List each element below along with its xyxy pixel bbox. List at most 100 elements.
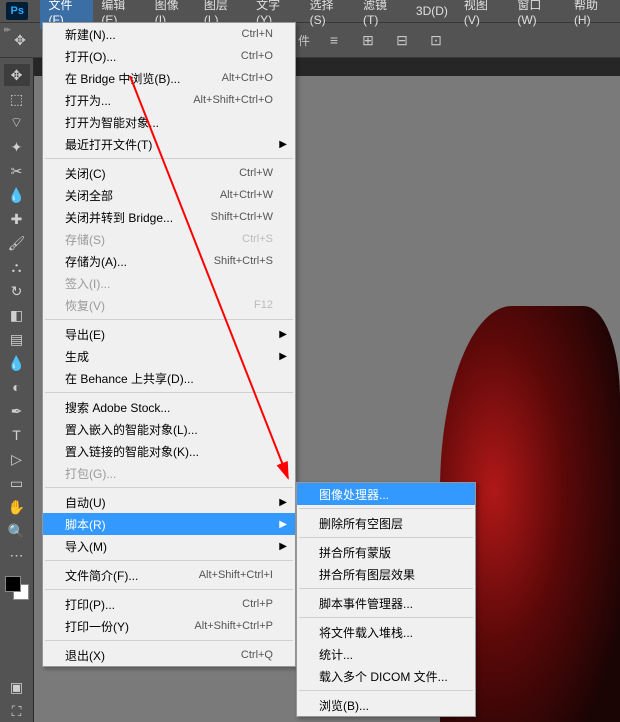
menubar: Ps 文件(F) 编辑(E) 图像(I) 图层(L) 文字(Y) 选择(S) 滤… — [0, 0, 620, 22]
menu-item-row[interactable]: 拼合所有蒙版 — [297, 541, 475, 563]
menu-item-row[interactable]: 最近打开文件(T)▶ — [43, 133, 295, 155]
pen-tool[interactable]: ✒ — [4, 400, 30, 422]
menu-item-label: 统计... — [319, 646, 353, 663]
menu-separator — [299, 508, 473, 509]
menu-item-label: 恢复(V) — [65, 297, 105, 314]
menu-item-row: 打包(G)... — [43, 462, 295, 484]
options-label: 件 — [298, 32, 310, 49]
type-tool[interactable]: T — [4, 424, 30, 446]
menu-item-row[interactable]: 拼合所有图层效果 — [297, 563, 475, 585]
menu-item-row[interactable]: 脚本事件管理器... — [297, 592, 475, 614]
heal-tool[interactable]: ✚ — [4, 208, 30, 230]
menu-item-label: 关闭全部 — [65, 187, 113, 204]
menu-item-row: 恢复(V)F12 — [43, 294, 295, 316]
submenu-arrow-icon: ▶ — [279, 541, 287, 552]
menu-item-row[interactable]: 图像处理器... — [297, 483, 475, 505]
menu-item-row[interactable]: 打开为智能对象... — [43, 111, 295, 133]
wand-tool[interactable]: ✦ — [4, 136, 30, 158]
menu-separator — [299, 617, 473, 618]
menu-item-label: 删除所有空图层 — [319, 515, 403, 532]
menu-item-row[interactable]: 删除所有空图层 — [297, 512, 475, 534]
menu-item-shortcut: Ctrl+P — [242, 598, 273, 610]
menu-item-label: 置入链接的智能对象(K)... — [65, 443, 199, 460]
menu-item-row[interactable]: 导入(M) ▶ — [43, 535, 295, 557]
menu-item-row[interactable]: 置入嵌入的智能对象(L)... — [43, 418, 295, 440]
menu-item-label: 图像处理器... — [319, 486, 389, 503]
menu-item-row[interactable]: 打印(P)... Ctrl+P — [43, 593, 295, 615]
menu-item-row[interactable]: 自动(U)▶ — [43, 491, 295, 513]
hand-tool[interactable]: ✋ — [4, 496, 30, 518]
stamp-tool[interactable]: ⛬ — [4, 256, 30, 278]
menu-item-row[interactable]: 置入链接的智能对象(K)... — [43, 440, 295, 462]
menu-item-label: 导入(M) — [65, 538, 107, 555]
menu-item-row[interactable]: 脚本(R)▶ — [43, 513, 295, 535]
submenu-arrow-icon: ▶ — [279, 329, 287, 340]
blur-tool[interactable]: 💧 — [4, 352, 30, 374]
menu-item-row[interactable]: 生成▶ — [43, 345, 295, 367]
panel-handle[interactable]: ▸▸ — [4, 24, 9, 35]
color-swatches[interactable] — [5, 576, 29, 600]
menu-item-label: 文件简介(F)... — [65, 567, 138, 584]
crop-tool[interactable]: ✂ — [4, 160, 30, 182]
menu-item-row[interactable]: 统计... — [297, 643, 475, 665]
menu-item-label: 签入(I)... — [65, 275, 110, 292]
shape-tool[interactable]: ▭ — [4, 472, 30, 494]
align-icon-3[interactable]: ⊟ — [392, 30, 412, 50]
menu-item-row[interactable]: 在 Bridge 中浏览(B)...Alt+Ctrl+O — [43, 67, 295, 89]
menu-filter[interactable]: 滤镜(T) — [355, 0, 408, 29]
menu-item-row[interactable]: 打开(O)...Ctrl+O — [43, 45, 295, 67]
menu-item-shortcut: Shift+Ctrl+S — [214, 255, 273, 267]
menu-item-row[interactable]: 关闭(C)Ctrl+W — [43, 162, 295, 184]
menu-item-row[interactable]: 关闭全部 Alt+Ctrl+W — [43, 184, 295, 206]
align-icon-2[interactable]: ⊞ — [358, 30, 378, 50]
menu-item-row[interactable]: 新建(N)...Ctrl+N — [43, 23, 295, 45]
move-tool[interactable]: ✥ — [4, 64, 30, 86]
path-tool[interactable]: ▷ — [4, 448, 30, 470]
edit-toolbar[interactable]: ⋯ — [4, 544, 30, 566]
history-brush-tool[interactable]: ↻ — [4, 280, 30, 302]
eraser-tool[interactable]: ◧ — [4, 304, 30, 326]
move-tool-icon[interactable]: ✥ — [10, 30, 30, 50]
dodge-tool[interactable]: ◐ — [4, 376, 30, 398]
menu-3d[interactable]: 3D(D) — [408, 2, 456, 20]
menu-item-row[interactable]: 搜索 Adobe Stock... — [43, 396, 295, 418]
gradient-tool[interactable]: ▤ — [4, 328, 30, 350]
screenmode-tool[interactable]: ⛶ — [4, 700, 30, 722]
submenu-arrow-icon: ▶ — [279, 497, 287, 508]
align-icon-4[interactable]: ⊡ — [426, 30, 446, 50]
menu-separator — [45, 640, 293, 641]
menu-select[interactable]: 选择(S) — [302, 0, 355, 29]
menu-item-row[interactable]: 打开为...Alt+Shift+Ctrl+O — [43, 89, 295, 111]
menu-item-row[interactable]: 退出(X)Ctrl+Q — [43, 644, 295, 666]
menu-item-row[interactable]: 将文件载入堆栈... — [297, 621, 475, 643]
eyedropper-tool[interactable]: 💧 — [4, 184, 30, 206]
menu-item-shortcut: Alt+Shift+Ctrl+O — [193, 94, 273, 106]
brush-tool[interactable]: 🖌 — [4, 232, 30, 254]
menu-item-row[interactable]: 存储为(A)...Shift+Ctrl+S — [43, 250, 295, 272]
menu-item-label: 载入多个 DICOM 文件... — [319, 668, 448, 685]
menu-item-row[interactable]: 导出(E)▶ — [43, 323, 295, 345]
menu-view[interactable]: 视图(V) — [456, 0, 509, 29]
menu-item-shortcut: Alt+Shift+Ctrl+I — [199, 569, 273, 581]
lasso-tool[interactable]: ⌔ — [4, 112, 30, 134]
menu-item-row[interactable]: 文件简介(F)... Alt+Shift+Ctrl+I — [43, 564, 295, 586]
menu-item-shortcut: Alt+Ctrl+W — [220, 189, 273, 201]
quickmask-tool[interactable]: ▣ — [4, 676, 30, 698]
menu-item-row[interactable]: 关闭并转到 Bridge...Shift+Ctrl+W — [43, 206, 295, 228]
menu-item-row[interactable]: 载入多个 DICOM 文件... — [297, 665, 475, 687]
fg-color[interactable] — [5, 576, 21, 592]
menu-item-label: 打开为智能对象... — [65, 114, 159, 131]
marquee-tool[interactable]: ⬚ — [4, 88, 30, 110]
menu-item-label: 打印(P)... — [65, 596, 115, 613]
menu-item-label: 打包(G)... — [65, 465, 116, 482]
menu-separator — [45, 319, 293, 320]
menu-help[interactable]: 帮助(H) — [566, 0, 620, 29]
menu-item-shortcut: Alt+Shift+Ctrl+P — [194, 620, 273, 632]
menu-item-row[interactable]: 浏览(B)... — [297, 694, 475, 716]
menu-item-row[interactable]: 打印一份(Y)Alt+Shift+Ctrl+P — [43, 615, 295, 637]
menu-item-row[interactable]: 在 Behance 上共享(D)... — [43, 367, 295, 389]
align-icon[interactable]: ≡ — [324, 30, 344, 50]
menu-item-label: 拼合所有蒙版 — [319, 544, 391, 561]
zoom-tool[interactable]: 🔍 — [4, 520, 30, 542]
menu-window[interactable]: 窗口(W) — [509, 0, 566, 29]
